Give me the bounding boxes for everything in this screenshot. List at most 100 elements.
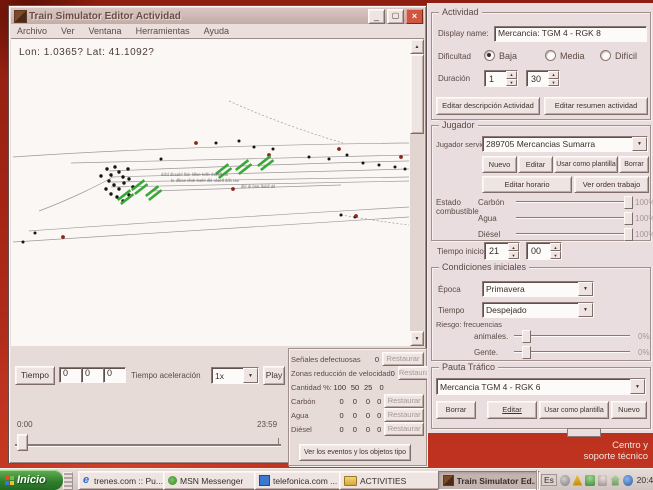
start-time-minutes-spinner[interactable]: 00 ▲▼ xyxy=(526,242,562,260)
view-events-button[interactable]: Ver los eventos y los objetos tipo xyxy=(299,444,411,461)
menu-herramientas[interactable]: Herramientas xyxy=(136,26,190,36)
restore-button[interactable]: Restaurar xyxy=(384,408,424,422)
menu-ayuda[interactable]: Ayuda xyxy=(204,26,229,36)
carbon-label: Carbón xyxy=(478,198,504,207)
tray-icon-network[interactable] xyxy=(610,475,620,486)
restore-button[interactable]: Restaurar xyxy=(384,394,424,408)
pauta-new-button[interactable]: Nuevo xyxy=(611,401,647,419)
tray-icon-user-green[interactable] xyxy=(585,475,595,486)
gente-slider[interactable] xyxy=(514,345,630,358)
slider-thumb[interactable] xyxy=(624,212,633,225)
edit-schedule-button[interactable]: Editar horario xyxy=(482,176,572,193)
taskbar-button-activities[interactable]: ACTIVITIES xyxy=(339,471,443,490)
view-work-order-button[interactable]: Ver orden trabajo xyxy=(574,176,649,193)
tray-clock[interactable]: 20:43 xyxy=(637,475,653,485)
pauta-combo[interactable]: Mercancia TGM 4 - RGK 6 ▼ xyxy=(436,378,646,395)
menu-archivo[interactable]: Archivo xyxy=(17,26,47,36)
restore-button[interactable]: Restaurar xyxy=(384,422,424,436)
radio-media[interactable]: Media xyxy=(545,50,585,61)
dropdown-arrow-icon[interactable]: ▼ xyxy=(632,137,647,151)
spinner-arrows[interactable]: ▲▼ xyxy=(548,71,559,86)
maximize-button[interactable]: ▢ xyxy=(387,9,404,24)
carbon-slider[interactable] xyxy=(516,195,632,208)
tiempo-combo[interactable]: Despejado ▼ xyxy=(482,302,594,318)
start-time-hours-spinner[interactable]: 21 ▲▼ xyxy=(484,242,520,260)
time-end-label: 23:59 xyxy=(257,420,277,429)
tray-icon-user-gray[interactable] xyxy=(598,475,608,486)
spinner-value: 30 xyxy=(527,71,548,86)
menu-ver[interactable]: Ver xyxy=(61,26,75,36)
time-field-seconds[interactable]: 0 xyxy=(103,367,126,383)
close-button[interactable]: × xyxy=(406,9,423,24)
service-delete-button[interactable]: Borrar xyxy=(619,156,649,173)
route-map[interactable]: Lon: 1.0365? Lat: 41.1092? xyxy=(11,39,411,346)
taskbar: Inicio e trenes.com :: Pu... MSN Messeng… xyxy=(0,468,653,490)
spinner-arrows[interactable]: ▲▼ xyxy=(506,71,517,86)
jugador-servicio-combo[interactable]: 289705 Mercancias Sumarra ▼ xyxy=(482,136,648,152)
service-new-button[interactable]: Nuevo xyxy=(482,156,517,173)
activity-time-slider[interactable] xyxy=(15,432,281,452)
tray-icon-alert[interactable] xyxy=(573,475,583,486)
spinner-arrows[interactable]: ▲▼ xyxy=(508,243,519,259)
time-slider-thumb[interactable] xyxy=(17,434,28,451)
scroll-thumb[interactable] xyxy=(410,54,424,134)
menu-ventana[interactable]: Ventana xyxy=(89,26,122,36)
actividad-group: Actividad Display name: Mercancia: TGM 4… xyxy=(431,12,651,120)
taskbar-button-trenes[interactable]: e trenes.com :: Pu... xyxy=(78,471,168,490)
tray-language-indicator[interactable]: Es xyxy=(541,474,557,486)
taskbar-button-train-simulator[interactable]: Train Simulator Ed... xyxy=(438,471,540,490)
scroll-up-button[interactable]: ▲ xyxy=(410,39,424,54)
duration-hours-spinner[interactable]: 1 ▲▼ xyxy=(484,70,518,87)
time-field-minutes[interactable]: 0 xyxy=(81,367,104,383)
slider-thumb[interactable] xyxy=(624,228,633,241)
accel-combo[interactable]: 1x ▼ xyxy=(211,367,259,384)
pauta-template-button[interactable]: Usar como plantilla xyxy=(539,401,609,419)
animales-slider[interactable] xyxy=(514,329,630,342)
radio-dot xyxy=(600,50,611,61)
tray-icon-messenger-status[interactable] xyxy=(560,475,570,486)
taskbar-button-telefonica[interactable]: telefonica.com ... xyxy=(254,471,344,490)
service-edit-button[interactable]: Editar xyxy=(518,156,553,173)
slider-thumb[interactable] xyxy=(522,330,531,343)
animales-value: 0% xyxy=(638,332,650,341)
spinner-arrows[interactable]: ▲▼ xyxy=(550,243,561,259)
scroll-down-button[interactable]: ▼ xyxy=(410,331,424,346)
edit-summary-button[interactable]: Editar resumen actividad xyxy=(544,97,648,115)
row-label: Carbón xyxy=(291,397,329,406)
accel-label: Tiempo aceleración xyxy=(131,371,201,380)
slider-thumb[interactable] xyxy=(522,346,531,359)
service-template-button[interactable]: Usar como plantilla xyxy=(554,156,618,173)
diesel-slider[interactable] xyxy=(516,227,632,240)
epoca-combo[interactable]: Primavera ▼ xyxy=(482,281,594,297)
display-name-input[interactable]: Mercancia: TGM 4 - RGK 8 xyxy=(494,26,647,42)
start-button[interactable]: Inicio xyxy=(0,470,63,490)
dropdown-arrow-icon[interactable]: ▼ xyxy=(243,368,258,383)
dropdown-arrow-icon[interactable]: ▼ xyxy=(578,282,593,296)
dropdown-arrow-icon[interactable]: ▼ xyxy=(630,379,645,394)
window-fragment xyxy=(567,428,601,437)
title-bar[interactable]: Train Simulator Editor Actividad _ ▢ × xyxy=(11,8,424,24)
map-vertical-scrollbar[interactable]: ▲ ▼ xyxy=(410,39,424,346)
taskbar-button-msn[interactable]: MSN Messenger xyxy=(163,471,259,490)
radio-baja[interactable]: Baja xyxy=(484,50,517,61)
col-0: 0 xyxy=(372,383,383,392)
spinner-value: 21 xyxy=(485,243,508,259)
menu-bar: Archivo Ver Ventana Herramientas Ayuda xyxy=(11,24,424,39)
pauta-delete-button[interactable]: Borrar xyxy=(436,401,476,419)
internet-explorer-icon: e xyxy=(83,475,91,486)
time-field-hours[interactable]: 0 xyxy=(59,367,82,383)
play-button[interactable]: Play xyxy=(263,366,285,385)
dropdown-arrow-icon[interactable]: ▼ xyxy=(578,303,593,317)
edit-description-button[interactable]: Editar descripción Actividad xyxy=(436,97,540,115)
time-start-label: 0:00 xyxy=(17,420,33,429)
tiempo-button[interactable]: Tiempo xyxy=(15,366,55,385)
minimize-button[interactable]: _ xyxy=(368,9,385,24)
radio-dificil[interactable]: Difícil xyxy=(600,50,637,61)
agua-slider[interactable] xyxy=(516,211,632,224)
pauta-edit-button[interactable]: Editar xyxy=(487,401,537,419)
duration-minutes-spinner[interactable]: 30 ▲▼ xyxy=(526,70,560,87)
quicklaunch-divider[interactable] xyxy=(63,472,73,490)
slider-thumb[interactable] xyxy=(624,196,633,209)
restore-button[interactable]: Restaurar xyxy=(382,352,424,366)
tray-icon-globe[interactable] xyxy=(623,475,633,486)
